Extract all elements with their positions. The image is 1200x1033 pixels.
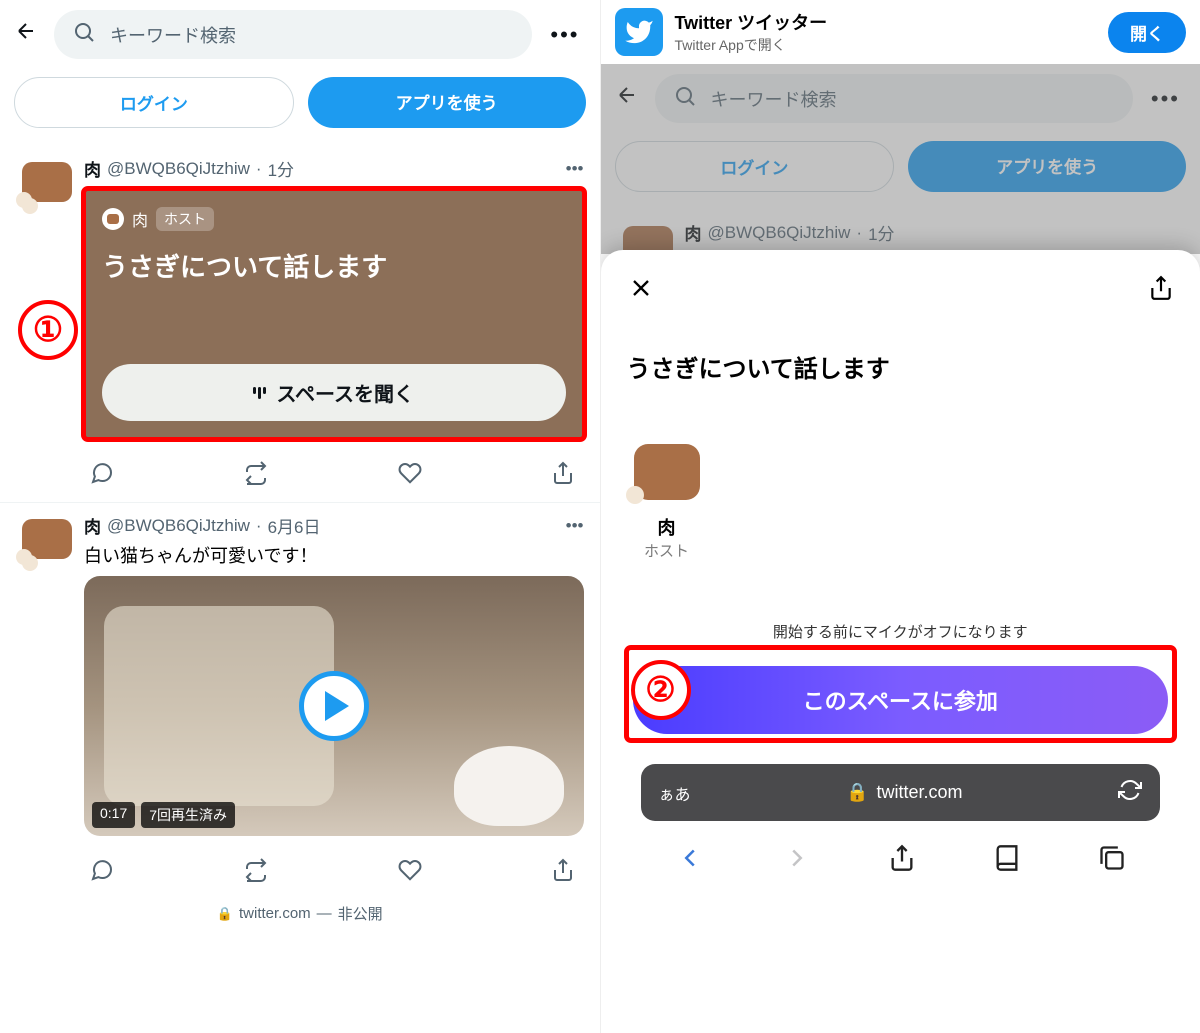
video-duration: 0:17 <box>92 802 135 828</box>
banner-subtitle: Twitter Appで開く <box>675 35 828 55</box>
lock-icon: 🔒 <box>846 782 868 803</box>
safari-url-bar[interactable]: ぁあ 🔒 twitter.com <box>641 764 1161 821</box>
retweet-icon[interactable] <box>244 461 268 490</box>
use-app-button[interactable]: アプリを使う <box>308 77 586 128</box>
twitter-logo-icon <box>615 8 663 56</box>
audio-bars-icon <box>253 387 266 399</box>
safari-toolbar <box>627 821 1175 890</box>
listen-space-button[interactable]: スペースを聞く <box>102 364 566 421</box>
tweet-author-handle: @BWQB6QiJtzhiw <box>107 516 250 536</box>
host-avatar <box>634 444 700 500</box>
tweet-more-icon[interactable]: ••• <box>566 159 584 179</box>
annotation-badge-1: ① <box>18 300 78 360</box>
tabs-icon[interactable] <box>1098 844 1126 879</box>
space-join-sheet: うさぎについて話します 肉 ホスト 開始する前にマイクがオフになります このスペ… <box>601 250 1200 1033</box>
avatar[interactable] <box>16 156 72 212</box>
app-open-banner: Twitter ツイッター Twitter Appで開く 開く <box>601 0 1200 64</box>
video-views: 7回再生済み <box>141 802 235 828</box>
nav-back-icon[interactable] <box>675 843 705 880</box>
retweet-icon[interactable] <box>244 858 268 887</box>
like-icon[interactable] <box>398 461 422 490</box>
banner-title: Twitter ツイッター <box>675 9 828 35</box>
nav-forward-icon <box>782 843 812 880</box>
url-domain: twitter.com <box>876 782 962 803</box>
tweet-actions <box>0 846 600 899</box>
join-space-button[interactable]: このスペースに参加 <box>633 666 1169 734</box>
host-badge: ホスト <box>156 207 214 231</box>
tweet-more-icon[interactable]: ••• <box>566 516 584 536</box>
reply-icon[interactable] <box>90 461 114 490</box>
reload-icon[interactable] <box>1118 778 1142 807</box>
space-title: うさぎについて話します <box>102 247 566 284</box>
reply-icon[interactable] <box>90 858 114 887</box>
bookmarks-icon[interactable] <box>993 844 1021 879</box>
tweet-item[interactable]: 肉 @BWQB6QiJtzhiw · 6月6日 ••• 白い猫ちゃんが可愛いです… <box>0 502 600 846</box>
open-app-button[interactable]: 開く <box>1108 12 1186 53</box>
space-host-name: 肉 <box>132 207 148 231</box>
mic-note: 開始する前にマイクがオフになります <box>627 621 1175 642</box>
share-icon[interactable] <box>551 461 575 490</box>
play-icon[interactable] <box>299 671 369 741</box>
host-block[interactable]: 肉 ホスト <box>627 444 707 561</box>
tweet-time: 6月6日 <box>268 513 321 538</box>
host-name: 肉 <box>627 514 707 540</box>
more-icon[interactable]: ••• <box>544 22 585 48</box>
tweet-item[interactable]: 肉 @BWQB6QiJtzhiw · 1分 ••• 肉 ホスト うさぎについて話… <box>0 146 600 449</box>
safari-share-icon[interactable] <box>888 844 916 879</box>
share-icon[interactable] <box>1148 275 1174 308</box>
tweet-time: 1分 <box>268 156 294 181</box>
video-thumbnail <box>454 746 564 826</box>
share-icon[interactable] <box>551 858 575 887</box>
lock-icon: 🔒 <box>217 906 233 922</box>
search-input[interactable]: キーワード検索 <box>54 10 532 59</box>
tweet-author-handle: @BWQB6QiJtzhiw <box>107 159 250 179</box>
close-icon[interactable] <box>627 274 655 309</box>
annotation-badge-2: ② <box>631 660 691 720</box>
sheet-title: うさぎについて話します <box>627 349 1175 384</box>
footer-domain: 🔒 twitter.com — 非公開 <box>0 899 600 930</box>
tweet-author-name: 肉 <box>84 513 101 538</box>
search-placeholder: キーワード検索 <box>110 22 236 48</box>
like-icon[interactable] <box>398 858 422 887</box>
modal-backdrop[interactable] <box>601 64 1200 254</box>
tweet-text: 白い猫ちゃんが可愛いです！ <box>84 542 584 568</box>
video-card[interactable]: 0:17 7回再生済み <box>84 576 584 836</box>
space-card[interactable]: 肉 ホスト うさぎについて話します スペースを聞く <box>84 189 584 439</box>
host-avatar <box>102 208 124 230</box>
text-size-icon[interactable]: ぁあ <box>659 781 691 805</box>
login-button[interactable]: ログイン <box>14 77 294 128</box>
host-role: ホスト <box>627 540 707 561</box>
back-icon[interactable] <box>14 19 42 50</box>
tweet-actions <box>0 449 600 502</box>
avatar[interactable] <box>16 513 72 569</box>
tweet-author-name: 肉 <box>84 156 101 181</box>
search-icon <box>72 20 96 49</box>
